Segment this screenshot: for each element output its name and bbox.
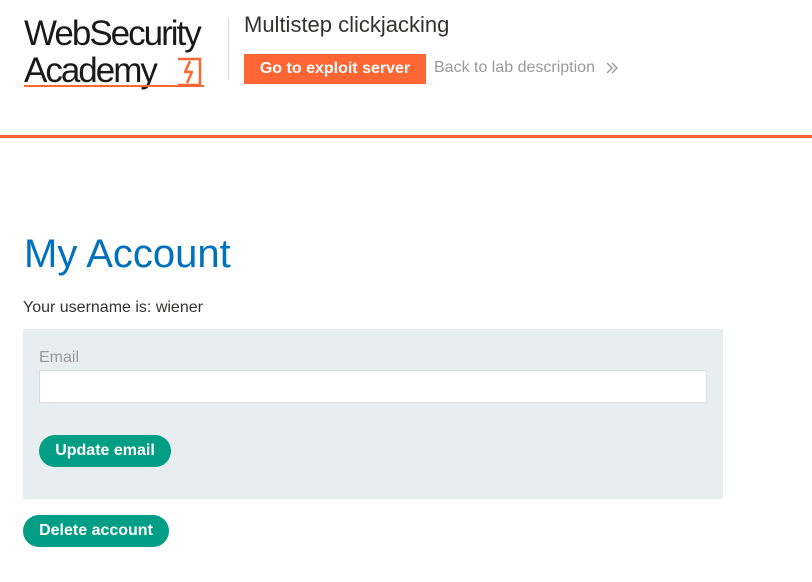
back-to-lab-description-link[interactable]: Back to lab description (434, 59, 619, 77)
email-label: Email (39, 349, 80, 366)
page-title: My Account (24, 232, 231, 276)
change-email-form: Email Update email (23, 329, 723, 499)
delete-account-button[interactable]: Delete account (23, 515, 169, 547)
email-input[interactable] (39, 370, 707, 403)
double-chevron-right-icon (606, 62, 619, 74)
update-email-button[interactable]: Update email (39, 435, 171, 467)
lab-title: Multistep clickjacking (244, 12, 450, 37)
web-security-academy-logo[interactable]: WebSecurity Academy (24, 15, 224, 90)
go-to-exploit-server-button[interactable]: Go to exploit server (244, 54, 426, 84)
username-text: Your username is: wiener (23, 299, 203, 316)
logo-text-line1: WebSecurity (24, 14, 202, 53)
back-link-label: Back to lab description (434, 59, 595, 76)
lab-header: WebSecurity Academy Multistep clickjacki… (0, 0, 812, 138)
header-divider (228, 18, 229, 80)
logo-bolt-icon (178, 57, 202, 87)
